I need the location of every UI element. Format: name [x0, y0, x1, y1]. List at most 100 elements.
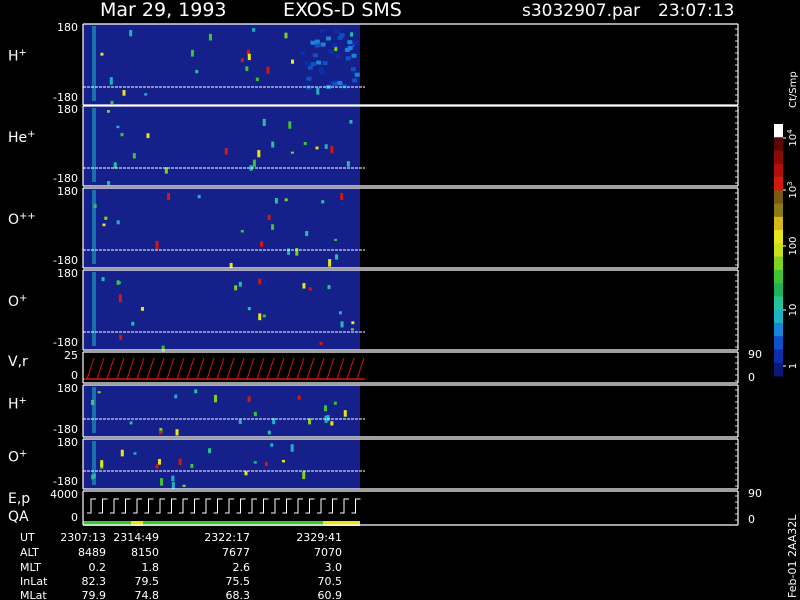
ephemeris-cell: 2329:41	[296, 531, 342, 544]
ephemeris-row-label: ALT	[20, 546, 39, 559]
panel-label: O++	[8, 211, 36, 229]
spectrogram-background	[83, 439, 360, 489]
spectrogram-cell	[302, 471, 306, 480]
spectrogram-cell	[208, 33, 212, 41]
velocity-ramp	[186, 357, 195, 380]
energy-step	[259, 498, 269, 514]
y-tick-top: 180	[57, 267, 78, 280]
energy-step	[225, 498, 234, 514]
spectrogram-cell	[349, 120, 353, 124]
velocity-ramp	[276, 357, 285, 380]
energy-step	[87, 498, 96, 514]
spectrogram-cell	[290, 151, 294, 154]
spectrogram-cell	[102, 223, 106, 227]
spectrogram-cell	[247, 53, 251, 61]
spectrogram-cell	[258, 313, 262, 321]
spectrogram-cell	[316, 87, 320, 95]
spectrogram-cell	[312, 53, 318, 58]
spectrogram-cell	[330, 421, 334, 426]
y-tick-bottom: -180	[53, 336, 78, 349]
energy-step	[133, 498, 142, 514]
velocity-ramp	[346, 357, 355, 380]
spectrogram-cell	[350, 32, 354, 37]
spectrogram-cell	[330, 145, 334, 154]
colorbar-unit: Ct/Smp	[788, 71, 799, 108]
spectrogram-cell	[335, 54, 341, 59]
panel-0: H+180-180	[8, 21, 739, 106]
spectrogram-cell	[106, 110, 110, 113]
velocity-ramp	[86, 357, 95, 380]
spectrogram-cell	[347, 46, 353, 51]
colorbar-swatch	[774, 296, 783, 311]
spectrogram-cell	[155, 241, 159, 249]
colorbar-swatch	[774, 309, 783, 324]
right-tick-bottom: 0	[748, 371, 755, 384]
spectrogram-cell	[318, 67, 324, 72]
ephemeris-cell: 2322:17	[204, 531, 250, 544]
spectrogram-cell	[314, 39, 320, 44]
spectrogram-cell	[264, 462, 268, 466]
ephemeris-cell: 2.6	[233, 561, 251, 574]
panel-label: He+	[8, 129, 36, 147]
panel-5: H+ 180 -180	[8, 382, 739, 438]
spectrogram-cell	[97, 391, 101, 394]
spectrogram-cell	[319, 28, 325, 33]
ephemeris-cell: 7677	[222, 546, 250, 559]
spectrogram-cell	[351, 321, 355, 325]
colorbar-swatch	[774, 124, 783, 138]
colorbar-swatch	[774, 137, 783, 152]
spectrogram-streak	[92, 190, 96, 264]
spectrogram-cell	[238, 281, 242, 287]
panel-label: O+	[8, 448, 27, 466]
y-tick-top: 180	[57, 436, 78, 449]
velocity-ramp	[176, 357, 185, 380]
spectrogram-cell	[255, 77, 259, 82]
spectrogram-cell	[351, 53, 357, 58]
exos-d-sms-summary-plot: Mar 29, 1993 EXOS-D SMS s3032907.par 23:…	[8, 0, 799, 600]
ephemeris-row-label: UT	[20, 531, 35, 544]
spectrogram-cell	[100, 52, 104, 56]
spectrogram-cell	[158, 430, 162, 435]
panel-label: E,p	[8, 491, 30, 507]
panel-label-superscript: ++	[19, 211, 36, 222]
panel-3: O+ 180 -180	[8, 267, 739, 352]
header-instrument: EXOS-D SMS	[283, 0, 402, 21]
energy-step	[156, 498, 165, 514]
spectrogram-cell	[350, 328, 354, 331]
spectrogram-cell	[307, 65, 313, 70]
spectrogram-cell	[194, 389, 198, 394]
spectrogram-cell	[229, 262, 233, 269]
spectrogram-cell	[175, 429, 179, 436]
spectrogram-cell	[253, 411, 257, 417]
spectrogram-cell	[306, 76, 312, 81]
velocity-ramp	[116, 357, 125, 380]
colorbar-swatch	[774, 243, 783, 258]
spectrogram-cell	[267, 214, 271, 220]
velocity-ramp	[256, 357, 265, 380]
spectrogram-cell	[347, 40, 353, 45]
spectrogram-cell	[352, 78, 358, 83]
y-tick-top: 180	[57, 185, 78, 198]
velocity-ramp	[166, 357, 175, 380]
ephemeris-cell: 0.2	[89, 561, 107, 574]
spectrogram-cell	[295, 248, 299, 256]
velocity-ramp	[146, 357, 155, 380]
spectrogram-streak	[92, 387, 96, 433]
spectrogram-cell	[129, 421, 133, 425]
spectrogram-cell	[252, 159, 256, 167]
ephemeris-cell: 70.5	[318, 575, 343, 588]
spectrogram-cell	[131, 321, 135, 326]
y-tick-top: 180	[57, 21, 78, 34]
spectrogram-cell	[262, 314, 266, 318]
panel-label-2: QA	[8, 509, 29, 525]
spectrogram-cell	[252, 28, 256, 32]
spectrogram-cell	[324, 144, 328, 149]
colorbar-swatch	[774, 150, 783, 165]
spectrogram-cell	[284, 32, 288, 39]
spectrogram-streak	[92, 441, 96, 485]
spectrogram-cell	[343, 410, 347, 417]
colorbar-swatch	[774, 163, 783, 178]
energy-step	[248, 498, 257, 514]
spectrogram-streak	[92, 272, 96, 346]
spectrogram-cell	[328, 259, 332, 267]
